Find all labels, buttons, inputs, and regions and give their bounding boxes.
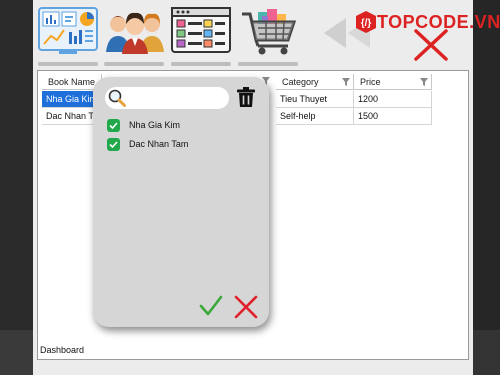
customers-button-underline — [104, 62, 164, 66]
close-x-icon[interactable] — [413, 28, 449, 62]
column-header-category[interactable]: Category — [276, 74, 354, 90]
orders-button-underline — [238, 62, 298, 66]
shopping-cart-icon — [242, 9, 297, 55]
filter-funnel-icon[interactable] — [342, 78, 350, 86]
column-header-label: Price — [360, 77, 381, 87]
filter-popup: Nha Gia Kim Dac Nhan Tam — [93, 77, 269, 327]
filter-option-label: Nha Gia Kim — [129, 120, 181, 130]
dashboard-button-underline — [38, 62, 98, 66]
trash-icon[interactable] — [236, 86, 256, 108]
check-icon[interactable] — [199, 295, 223, 317]
customers-button[interactable] — [104, 6, 166, 62]
browser-list-icon — [171, 7, 231, 53]
filter-option[interactable]: Dac Nhan Tam — [107, 137, 188, 151]
close-x-icon[interactable] — [233, 295, 259, 319]
categories-button-underline — [171, 62, 231, 66]
background-right — [473, 0, 500, 375]
search-icon — [108, 89, 126, 107]
filter-search-field[interactable] — [129, 90, 227, 107]
column-header-label: Category — [282, 77, 319, 87]
status-label: Dashboard — [40, 345, 85, 355]
svg-text:{/}: {/} — [361, 18, 372, 29]
table-cell-category[interactable]: Self-help — [276, 108, 354, 125]
checkmark-icon — [109, 121, 118, 129]
column-header-price[interactable]: Price — [354, 74, 432, 90]
filter-funnel-icon[interactable] — [420, 78, 428, 86]
categories-button[interactable] — [170, 6, 232, 62]
table-cell-price[interactable]: 1500 — [354, 108, 432, 125]
table-cell-book[interactable]: Nha Gia Kim — [42, 91, 94, 108]
table-cell-book[interactable]: Dac Nhan Tam — [42, 108, 94, 125]
background-right-bottom — [473, 330, 500, 375]
background-left-bottom — [0, 330, 33, 375]
checkbox-checked[interactable] — [107, 118, 120, 132]
orders-button[interactable] — [238, 6, 300, 62]
filter-option-label: Dac Nhan Tam — [129, 139, 189, 149]
column-header-label: Book Name — [48, 77, 96, 87]
table-cell-price[interactable]: 1200 — [354, 91, 432, 108]
dashboard-chart-icon — [38, 7, 98, 54]
people-group-icon — [106, 12, 164, 54]
brand-mark-icon: {/} — [356, 11, 376, 33]
filter-option[interactable]: Nha Gia Kim — [107, 118, 180, 132]
checkmark-icon — [109, 140, 118, 148]
checkbox-checked[interactable] — [107, 137, 120, 151]
table-cell-category[interactable]: Tieu Thuyet — [276, 91, 354, 108]
dashboard-button[interactable] — [37, 6, 99, 62]
filter-search-input[interactable] — [105, 87, 229, 109]
